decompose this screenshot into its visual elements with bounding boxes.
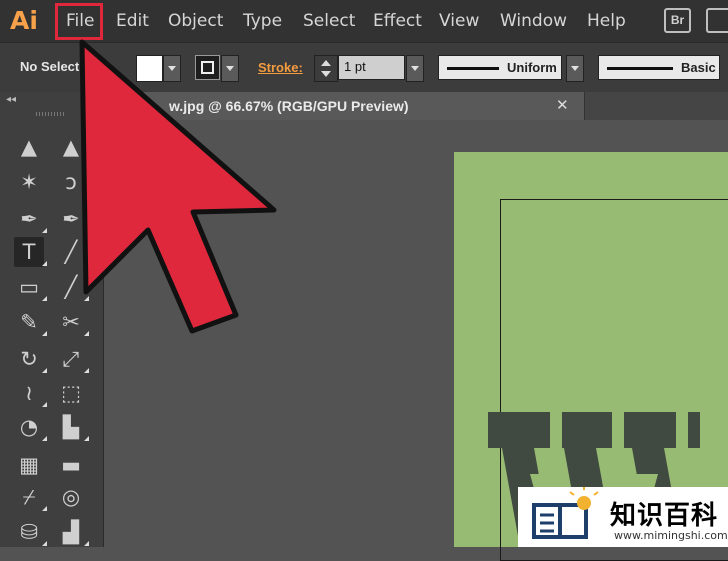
profile-line-preview — [447, 67, 499, 70]
type-tool[interactable]: T — [14, 237, 47, 267]
variable-width-profile-select[interactable]: Uniform — [438, 55, 562, 80]
canvas-area[interactable] — [104, 120, 728, 561]
variable-width-profile-value: Uniform — [507, 60, 557, 75]
profile-dropdown-arrow[interactable] — [566, 55, 584, 82]
menu-effect[interactable]: Effect — [373, 11, 422, 31]
stock-button[interactable] — [706, 8, 728, 33]
menu-select[interactable]: Select — [303, 11, 355, 31]
rectangle-tool[interactable]: ▭ — [14, 272, 47, 302]
width-tool[interactable]: ≀ — [14, 378, 47, 408]
eyedropper-tool[interactable]: ⌿ — [14, 482, 47, 512]
mesh-tool[interactable]: ▦ — [14, 450, 44, 480]
paintbrush-tool[interactable]: ╱ — [56, 272, 89, 302]
close-icon[interactable]: ✕ — [556, 96, 569, 114]
stroke-color-swatch[interactable] — [195, 55, 220, 80]
collapse-panel-icon[interactable]: ◂◂ — [6, 94, 16, 105]
file-menu-highlight-box — [55, 3, 103, 40]
scale-tool[interactable]: ⤢ — [56, 344, 89, 374]
menu-bar: Ai File Edit Object Type Select Effect V… — [0, 0, 728, 42]
menu-view[interactable]: View — [439, 11, 479, 31]
watermark-badge: 知识百科 www.mimingshi.com — [518, 487, 728, 547]
brush-definition-value: Basic — [681, 60, 716, 75]
menu-window[interactable]: Window — [500, 11, 567, 31]
watermark-url: www.mimingshi.com — [614, 529, 728, 542]
scissors-tool[interactable]: ✂ — [56, 307, 89, 337]
selection-tool[interactable]: ▲ — [14, 132, 44, 162]
document-tab-title: w.jpg @ 66.67% (RGB/GPU Preview) — [169, 98, 409, 114]
magic-wand-tool[interactable]: ✶ — [14, 167, 44, 197]
stroke-weight-dropdown-arrow[interactable] — [406, 55, 424, 82]
gradient-tool[interactable]: ▬ — [56, 450, 86, 480]
line-segment-tool[interactable]: ╱ — [56, 237, 89, 267]
shape-builder-tool[interactable]: ◔ — [14, 412, 47, 442]
tools-panel: ◂◂ ▲ ▲ ✶ ↄ ✒ ✒ T ╱ ▭ ╱ ✎ ✂ ↻ ⤢ ≀ ⬚ ◔ ▙ ▦… — [0, 92, 104, 547]
document-tab-strip: w.jpg @ 66.67% (RGB/GPU Preview) ✕ — [104, 92, 728, 120]
blend-tool[interactable]: ◎ — [56, 482, 86, 512]
curvature-tool[interactable]: ✒ — [56, 204, 89, 234]
brush-line-preview — [607, 67, 673, 70]
stepper-arrows-icon — [321, 60, 331, 77]
pen-tool[interactable]: ✒ — [14, 204, 47, 234]
free-transform-tool[interactable]: ⬚ — [56, 378, 86, 408]
chart-tool[interactable]: ▙ — [56, 412, 89, 442]
stroke-weight-stepper[interactable] — [314, 55, 338, 82]
direct-selection-tool[interactable]: ▲ — [56, 132, 89, 162]
watermark-text: 知识百科 — [610, 501, 719, 531]
pencil-tool[interactable]: ✎ — [14, 307, 47, 337]
app-logo: Ai — [10, 6, 38, 35]
book-lightbulb-icon — [532, 487, 599, 539]
fill-dropdown-arrow[interactable] — [163, 55, 181, 82]
brush-definition-select[interactable]: Basic — [598, 55, 720, 80]
menu-type[interactable]: Type — [243, 11, 282, 31]
rotate-tool[interactable]: ↻ — [14, 344, 47, 374]
selection-status-text: No Selection — [20, 59, 99, 74]
stroke-weight-field[interactable]: 1 pt — [338, 55, 405, 80]
control-bar: No Selection Stroke: 1 pt Uniform Basic — [0, 42, 728, 94]
column-graph-tool[interactable]: ▟ — [56, 517, 89, 547]
menu-help[interactable]: Help — [587, 11, 626, 31]
menu-object[interactable]: Object — [168, 11, 223, 31]
document-tab[interactable]: w.jpg @ 66.67% (RGB/GPU Preview) ✕ — [144, 92, 585, 120]
stroke-panel-link[interactable]: Stroke: — [258, 60, 303, 75]
panel-grip[interactable] — [36, 112, 64, 116]
symbol-sprayer-tool[interactable]: ⛁ — [14, 517, 47, 547]
stroke-color-dropdown-arrow[interactable] — [221, 55, 239, 82]
stroke-swatch-icon — [201, 61, 214, 74]
lasso-tool[interactable]: ↄ — [56, 167, 89, 197]
bridge-button[interactable]: Br — [664, 8, 691, 33]
fill-color-swatch[interactable] — [136, 55, 163, 82]
menu-edit[interactable]: Edit — [116, 11, 149, 31]
